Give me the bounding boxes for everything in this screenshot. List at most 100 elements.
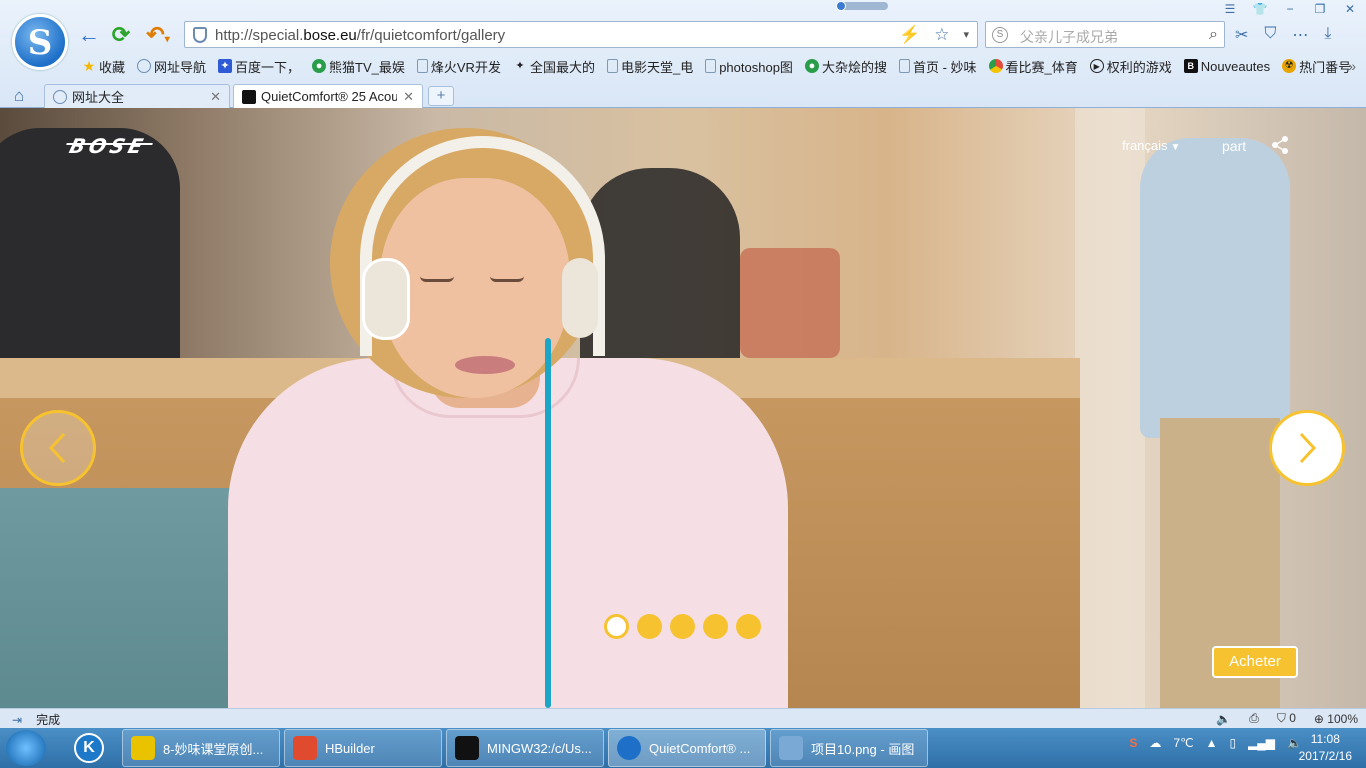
buy-button[interactable]: Acheter <box>1212 646 1298 678</box>
toolbar-icons: ✂ ⛉ ⋯ ⤓ <box>1235 25 1332 45</box>
minimize-button[interactable]: − <box>1282 2 1298 16</box>
bookmark-item[interactable]: ★ 收藏 <box>76 57 131 76</box>
bookmark-item[interactable]: 首页 - 妙味 <box>893 57 983 76</box>
page-icon <box>416 59 428 73</box>
dropdown-icon[interactable]: ▾ <box>963 25 969 45</box>
device-icon[interactable]: ▯ <box>1229 736 1236 750</box>
bookmarks-bar: ★ 收藏 网址导航 ✦ 百度一下， ● 熊猫TV_最娱 烽火VR开发 ✦ 全国最大的 电… <box>76 56 1357 76</box>
favorite-star-icon[interactable]: ☆ <box>934 25 949 45</box>
language-selector[interactable]: français ▼ <box>1122 138 1180 153</box>
bookmark-item[interactable]: 烽火VR开发 <box>411 57 507 76</box>
radiation-icon: ☢ <box>1282 59 1297 73</box>
zoom-icon: ⊕ <box>1313 711 1324 726</box>
panda-icon: ● <box>804 59 819 73</box>
bookmarks-more-icon[interactable]: » <box>1348 58 1356 74</box>
security-shield-icon <box>193 27 207 43</box>
print-icon[interactable]: ⎙ <box>1249 711 1259 726</box>
more-icon[interactable]: ⋯ <box>1292 25 1308 45</box>
home-icon[interactable]: ⌂ <box>14 86 24 106</box>
terminal-icon <box>455 736 479 760</box>
tab-close-icon[interactable]: ✕ <box>210 89 221 105</box>
menu-icon[interactable]: ☰ <box>1222 2 1238 16</box>
sogou-browser-logo-icon[interactable]: S <box>12 14 68 70</box>
star-icon: ★ <box>82 58 96 74</box>
back-icon[interactable]: ← <box>78 24 100 46</box>
bookmark-item[interactable]: 看比赛_体育 <box>983 57 1084 76</box>
taskbar-item[interactable]: 项目10.png - 画图 <box>770 729 928 767</box>
tab-nav[interactable]: 网址大全 ✕ <box>44 84 230 108</box>
bookmark-item[interactable]: ✦ 百度一下， <box>212 57 306 76</box>
window-controls: ☰ 👕 − ❐ ✕ <box>1222 0 1358 18</box>
address-bar[interactable]: http://special.bose.eu/fr/quietcomfort/g… <box>184 21 978 48</box>
search-icon[interactable]: ⌕ <box>1209 26 1218 44</box>
hero-gallery: BOSE français ▼ part Acheter <box>0 108 1366 708</box>
tray-expand-icon[interactable]: ▲ <box>1206 736 1218 750</box>
page-icon <box>606 59 618 73</box>
bose-icon <box>242 89 256 104</box>
new-tab-button[interactable]: + <box>428 86 454 106</box>
chevron-left-icon <box>48 432 66 464</box>
bookmark-item[interactable]: B Nouveautes <box>1178 59 1276 74</box>
sidebar-toggle-icon[interactable]: ⇥ <box>12 713 22 727</box>
bookmark-item[interactable]: 网址导航 <box>131 57 212 76</box>
tab-close-icon[interactable]: ✕ <box>403 89 414 105</box>
carousel-next-button[interactable] <box>1269 410 1345 486</box>
weather-cloud-icon[interactable]: ☁ <box>1149 736 1161 750</box>
carousel-dot[interactable] <box>670 614 695 639</box>
carousel-dot[interactable] <box>637 614 662 639</box>
url-text: http://special.bose.eu/fr/quietcomfort/g… <box>215 27 506 44</box>
paint-icon <box>779 736 803 760</box>
speaker-icon[interactable]: 🔈 <box>1216 712 1231 726</box>
refresh-icon[interactable]: ⟳ <box>110 24 132 46</box>
clock[interactable]: 11:08 2017/2/16 <box>1299 731 1352 765</box>
taskbar-item[interactable]: 8-妙味课堂原创... <box>122 729 280 767</box>
search-engine-icon[interactable]: S <box>992 27 1008 43</box>
taskbar-item[interactable]: MINGW32:/c/Us... <box>446 729 604 767</box>
chevron-right-icon <box>1299 432 1317 464</box>
k-app-icon[interactable]: K <box>74 733 104 763</box>
carousel-dot[interactable] <box>703 614 728 639</box>
browser-chrome: S ☰ 👕 − ❐ ✕ ← ⟳ ↶▾ http://special.bose.e… <box>0 0 1366 108</box>
globe-icon <box>53 89 67 104</box>
windows-taskbar: K 8-妙味课堂原创... HBuilder MINGW32:/c/Us... … <box>0 728 1366 768</box>
ad-block-indicator[interactable]: ⛉ 0 <box>1277 711 1296 726</box>
undo-close-icon[interactable]: ↶▾ <box>142 24 174 46</box>
restore-button[interactable]: ❐ <box>1312 2 1328 16</box>
search-box[interactable]: S 父亲儿子成兄弟 ⌕ <box>985 21 1225 48</box>
shield-icon[interactable]: ⛉ <box>1264 25 1276 45</box>
chrome-icon <box>988 59 1003 73</box>
part-link[interactable]: part <box>1222 138 1246 154</box>
bookmark-item[interactable]: ▶ 权利的游戏 <box>1084 57 1178 76</box>
carousel-prev-button[interactable] <box>20 410 96 486</box>
sogou-input-icon[interactable]: S <box>1129 736 1137 750</box>
zoom-indicator[interactable]: ⊕ 100% <box>1314 712 1358 726</box>
bookmark-item[interactable]: photoshop图 <box>699 57 799 76</box>
bose-icon: B <box>1183 59 1198 73</box>
bookmark-item[interactable]: ● 熊猫TV_最娱 <box>306 57 411 76</box>
bose-logo[interactable]: BOSE <box>67 134 150 158</box>
skin-icon[interactable]: 👕 <box>1252 2 1268 16</box>
start-button[interactable] <box>6 730 46 766</box>
download-icon[interactable]: ⤓ <box>1324 25 1331 45</box>
scissors-icon[interactable]: ✂ <box>1235 25 1248 45</box>
bookmark-item[interactable]: 电影天堂_电 <box>601 57 699 76</box>
bookmark-item[interactable]: ☢ 热门番号 <box>1276 57 1357 76</box>
globe-icon <box>137 59 152 73</box>
carousel-dot[interactable] <box>736 614 761 639</box>
tab-bose[interactable]: QuietComfort® 25 Acoustic Noise Cancelli… <box>233 84 423 108</box>
bookmark-item[interactable]: ● 大杂烩的搜 <box>799 57 893 76</box>
page-icon <box>898 59 910 73</box>
bookmark-item[interactable]: ✦ 全国最大的 <box>507 57 601 76</box>
sogou-icon <box>131 736 155 760</box>
lightning-icon[interactable]: ⚡ <box>899 25 920 45</box>
hbuilder-icon <box>293 736 317 760</box>
share-icon[interactable] <box>1271 136 1289 154</box>
search-placeholder: 父亲儿子成兄弟 <box>1020 29 1118 45</box>
taskbar-item[interactable]: HBuilder <box>284 729 442 767</box>
weather-temp: 7℃ <box>1173 736 1194 750</box>
carousel-dot[interactable] <box>604 614 629 639</box>
opacity-slider[interactable] <box>836 1 888 11</box>
close-button[interactable]: ✕ <box>1342 2 1358 16</box>
taskbar-item[interactable]: QuietComfort® ... <box>608 729 766 767</box>
network-icon[interactable]: ▂▄▆ <box>1248 736 1275 750</box>
